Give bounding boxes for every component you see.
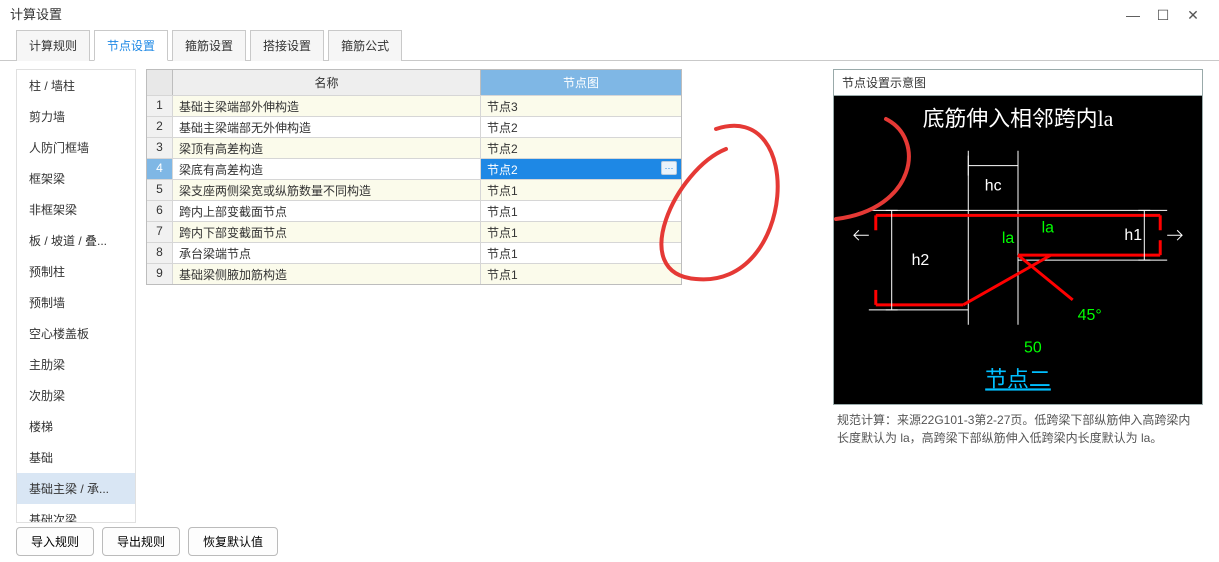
row-node[interactable]: 节点2 bbox=[481, 117, 681, 137]
close-icon[interactable]: ✕ bbox=[1185, 0, 1201, 30]
center-panel: 名称 节点图 1 基础主梁端部外伸构造 节点3 2 基础主梁端部无外伸构造 节点… bbox=[146, 69, 823, 523]
node-table: 名称 节点图 1 基础主梁端部外伸构造 节点3 2 基础主梁端部无外伸构造 节点… bbox=[146, 69, 682, 285]
table-row[interactable]: 1 基础主梁端部外伸构造 节点3 bbox=[147, 95, 681, 116]
row-index: 5 bbox=[147, 180, 173, 200]
bottom-buttons: 导入规则 导出规则 恢复默认值 bbox=[16, 527, 278, 556]
svg-text:la: la bbox=[1042, 219, 1055, 236]
minimize-icon[interactable]: ― bbox=[1125, 0, 1141, 30]
table-row[interactable]: 5 梁支座两侧梁宽或纵筋数量不同构造 节点1 bbox=[147, 179, 681, 200]
node-diagram: 底筋伸入相邻跨内la hc bbox=[834, 96, 1202, 404]
sidebar-item-precast-column[interactable]: 预制柱 bbox=[17, 256, 135, 287]
svg-text:h1: h1 bbox=[1124, 227, 1142, 244]
sidebar-item-main-rib[interactable]: 主肋梁 bbox=[17, 349, 135, 380]
table-row[interactable]: 7 跨内下部变截面节点 节点1 bbox=[147, 221, 681, 242]
row-index: 9 bbox=[147, 264, 173, 284]
row-node[interactable]: 节点3 bbox=[481, 96, 681, 116]
window-controls: ― ☐ ✕ bbox=[1125, 0, 1209, 30]
sidebar-item-foundation[interactable]: 基础 bbox=[17, 442, 135, 473]
table-row[interactable]: 9 基础梁侧腋加筋构造 节点1 bbox=[147, 263, 681, 284]
table-row[interactable]: 8 承台梁端节点 节点1 bbox=[147, 242, 681, 263]
row-name: 梁底有高差构造 bbox=[173, 159, 481, 179]
col-header-node[interactable]: 节点图 bbox=[481, 70, 681, 95]
diagram-title: 节点设置示意图 bbox=[834, 70, 1202, 96]
right-panel: 节点设置示意图 底筋伸入相邻跨内la hc bbox=[833, 69, 1203, 523]
row-index: 6 bbox=[147, 201, 173, 221]
sidebar-item-civil-defense[interactable]: 人防门框墙 bbox=[17, 132, 135, 163]
row-name: 梁支座两侧梁宽或纵筋数量不同构造 bbox=[173, 180, 481, 200]
row-index: 3 bbox=[147, 138, 173, 158]
maximize-icon[interactable]: ☐ bbox=[1155, 0, 1171, 30]
svg-text:la: la bbox=[1002, 230, 1015, 247]
svg-text:节点二: 节点二 bbox=[985, 367, 1051, 391]
sidebar-item-foundation-main-beam[interactable]: 基础主梁 / 承... bbox=[17, 473, 135, 504]
row-name: 承台梁端节点 bbox=[173, 243, 481, 263]
tab-stirrup-settings[interactable]: 箍筋设置 bbox=[172, 30, 246, 61]
row-node[interactable]: 节点1 bbox=[481, 180, 681, 200]
tab-node-settings[interactable]: 节点设置 bbox=[94, 30, 168, 61]
row-node-text: 节点2 bbox=[487, 163, 518, 177]
row-name: 基础主梁端部无外伸构造 bbox=[173, 117, 481, 137]
sidebar-item-non-frame-beam[interactable]: 非框架梁 bbox=[17, 194, 135, 225]
svg-text:hc: hc bbox=[985, 177, 1002, 194]
sidebar-item-column[interactable]: 柱 / 墙柱 bbox=[17, 70, 135, 101]
row-node[interactable]: 节点2 bbox=[481, 138, 681, 158]
svg-text:50: 50 bbox=[1024, 340, 1042, 357]
row-index: 4 bbox=[147, 159, 173, 179]
table-row-selected[interactable]: 4 梁底有高差构造 节点2 ⋯ bbox=[147, 158, 681, 179]
row-name: 基础主梁端部外伸构造 bbox=[173, 96, 481, 116]
sidebar-item-foundation-secondary-beam[interactable]: 基础次梁 bbox=[17, 504, 135, 523]
table-row[interactable]: 3 梁顶有高差构造 节点2 bbox=[147, 137, 681, 158]
row-node[interactable]: 节点1 bbox=[481, 201, 681, 221]
row-node[interactable]: 节点1 bbox=[481, 264, 681, 284]
row-index: 8 bbox=[147, 243, 173, 263]
row-index: 7 bbox=[147, 222, 173, 242]
row-name: 跨内上部变截面节点 bbox=[173, 201, 481, 221]
sidebar-item-hollow-slab[interactable]: 空心楼盖板 bbox=[17, 318, 135, 349]
diagram-description: 规范计算：来源22G101-3第2-27页。低跨梁下部纵筋伸入高跨梁内长度默认为… bbox=[833, 405, 1203, 453]
node-edit-button[interactable]: ⋯ bbox=[661, 161, 677, 175]
row-node[interactable]: 节点2 ⋯ bbox=[481, 159, 681, 179]
sidebar-item-shearwall[interactable]: 剪力墙 bbox=[17, 101, 135, 132]
export-rules-button[interactable]: 导出规则 bbox=[102, 527, 180, 556]
col-header-index bbox=[147, 70, 173, 95]
tab-calc-rules[interactable]: 计算规则 bbox=[16, 30, 90, 61]
row-index: 2 bbox=[147, 117, 173, 137]
reset-defaults-button[interactable]: 恢复默认值 bbox=[188, 527, 278, 556]
row-name: 梁顶有高差构造 bbox=[173, 138, 481, 158]
diagram-box: 节点设置示意图 底筋伸入相邻跨内la hc bbox=[833, 69, 1203, 405]
svg-text:底筋伸入相邻跨内la: 底筋伸入相邻跨内la bbox=[923, 107, 1114, 131]
row-node[interactable]: 节点1 bbox=[481, 222, 681, 242]
table-row[interactable]: 6 跨内上部变截面节点 节点1 bbox=[147, 200, 681, 221]
tab-stirrup-formula[interactable]: 箍筋公式 bbox=[328, 30, 402, 61]
col-header-name: 名称 bbox=[173, 70, 481, 95]
row-name: 跨内下部变截面节点 bbox=[173, 222, 481, 242]
svg-text:h2: h2 bbox=[912, 252, 930, 269]
sidebar-item-secondary-rib[interactable]: 次肋梁 bbox=[17, 380, 135, 411]
sidebar-item-stair[interactable]: 楼梯 bbox=[17, 411, 135, 442]
import-rules-button[interactable]: 导入规则 bbox=[16, 527, 94, 556]
row-index: 1 bbox=[147, 96, 173, 116]
sidebar-item-precast-wall[interactable]: 预制墙 bbox=[17, 287, 135, 318]
sidebar-item-slab[interactable]: 板 / 坡道 / 叠... bbox=[17, 225, 135, 256]
sidebar: 柱 / 墙柱 剪力墙 人防门框墙 框架梁 非框架梁 板 / 坡道 / 叠... … bbox=[16, 69, 136, 523]
row-name: 基础梁侧腋加筋构造 bbox=[173, 264, 481, 284]
row-node[interactable]: 节点1 bbox=[481, 243, 681, 263]
svg-text:45°: 45° bbox=[1078, 307, 1102, 324]
table-header: 名称 节点图 bbox=[147, 70, 681, 95]
titlebar: 计算设置 ― ☐ ✕ bbox=[0, 0, 1219, 30]
main-tabs: 计算规则 节点设置 箍筋设置 搭接设置 箍筋公式 bbox=[0, 30, 1219, 61]
sidebar-item-frame-beam[interactable]: 框架梁 bbox=[17, 163, 135, 194]
table-row[interactable]: 2 基础主梁端部无外伸构造 节点2 bbox=[147, 116, 681, 137]
tab-lap-settings[interactable]: 搭接设置 bbox=[250, 30, 324, 61]
window-title: 计算设置 bbox=[10, 0, 62, 30]
